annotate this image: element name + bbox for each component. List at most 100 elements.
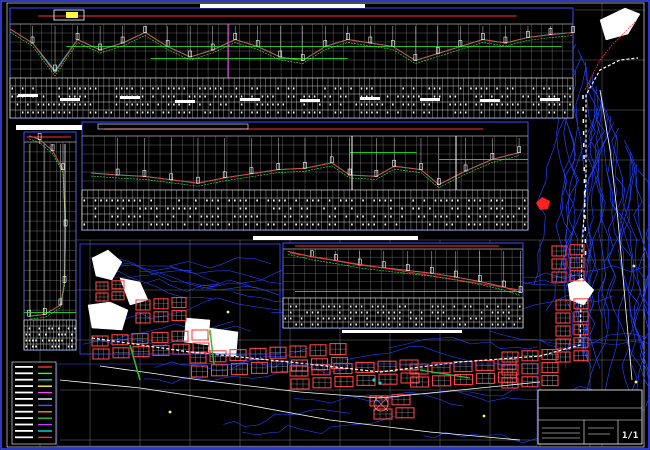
profile-table-value [47,103,50,106]
profile-table-value [28,339,31,342]
profile-table-value [538,95,540,98]
profile-table-value [429,223,431,226]
profile-table-value [61,339,63,342]
profile-table-value [501,199,504,202]
profile-table-value [272,103,274,106]
profile-table-value [239,207,242,210]
profile-table-value [349,311,352,314]
profile-table-value [306,199,309,202]
profile-table-value [428,103,431,106]
profile-table-value [497,317,499,320]
profile-table-value [195,207,197,210]
profile-table-value [220,87,222,90]
profile-table-value [428,87,431,90]
longitudinal-profile-middle[interactable] [81,121,529,240]
profile-table-value [334,207,336,210]
profile-table-value [58,111,60,114]
cad-drawing[interactable]: 1/1 [0,0,650,450]
profile-table-value [161,223,164,226]
profile-table-value [284,215,286,218]
profile-table-value [459,111,462,114]
legend-text-line [15,423,33,426]
profile-table-value [339,95,342,98]
profile-table-value [491,103,493,106]
profile-table-value [402,87,404,90]
profile-table-value [384,223,387,226]
longitudinal-profile-left[interactable] [16,125,82,351]
profile-table-value [63,111,66,114]
profile-table-value [293,95,295,98]
contour-line [123,297,282,320]
profile-table-value [523,207,526,210]
profile-table-value [373,199,375,202]
profile-table-value [351,207,353,210]
profile-table-value [558,103,561,106]
profile-table-value [506,111,509,114]
profile-table-value [511,87,514,90]
profile-table-value [178,111,180,114]
profile-table-value [317,223,320,226]
profile-table-value [84,95,86,98]
profile-table-value [172,207,175,210]
profile-table-value [553,103,556,106]
profile-table-value [362,215,364,218]
profile-table-value [284,317,286,320]
station-label [420,98,440,101]
profile-table-value [234,215,236,218]
profile-table-value [141,87,144,90]
profile-table-value [527,95,530,98]
profile-table-value [100,199,102,202]
profile-table-value [339,87,342,90]
profile-table-value [173,95,175,98]
profile-table-value [339,103,342,106]
longitudinal-profile-lower[interactable] [282,242,524,333]
green-line [129,344,141,381]
profile-table-value [193,95,196,98]
profile-table-value [553,95,556,98]
profile-table-value [287,95,290,98]
longitudinal-profile-top[interactable] [9,4,575,119]
profile-table-value [415,317,417,320]
profile-table-value [287,87,290,90]
profile-table-value [442,323,445,326]
profile-table-value [434,215,437,218]
profile-table-value [502,311,505,314]
profile-table-value [479,199,481,202]
profile-table-value [334,215,336,218]
profile-table-value [188,103,191,106]
profile-table-value [490,199,493,202]
profile-table-value [569,87,571,90]
profile-table-value [449,95,451,98]
profile-table-value [53,111,55,114]
profile-table-value [28,327,31,330]
profile-table-value [399,305,401,308]
profile-table-value [239,215,242,218]
profile-table-value [508,317,510,320]
profile-table-value [68,111,71,114]
profile-table-value [334,87,337,90]
profile-table-value [94,199,97,202]
profile-table-value [317,323,319,326]
profile-table-value [480,323,483,326]
station-label [175,100,195,103]
profile-table-value [200,223,203,226]
profile-table-value [167,103,170,106]
profile-table-value [183,223,186,226]
profile-table-value [289,305,292,308]
profile-table-value [448,317,450,320]
profile-table-value [54,339,57,342]
profile-table-value [479,207,481,210]
profile-table-value [564,111,566,114]
cad-viewport[interactable]: 1/1 [0,0,650,450]
profile-table-value [195,199,197,202]
profile-table-value [479,223,481,226]
profile-table-value [209,111,212,114]
profile-table-value [251,111,253,114]
profile-table-value [418,207,420,210]
profile-table-value [329,95,331,98]
legend-text-line [15,372,33,375]
profile-table-value [42,103,45,106]
profile-table-value [211,215,214,218]
survey-point [634,380,638,384]
survey-point [378,381,382,385]
